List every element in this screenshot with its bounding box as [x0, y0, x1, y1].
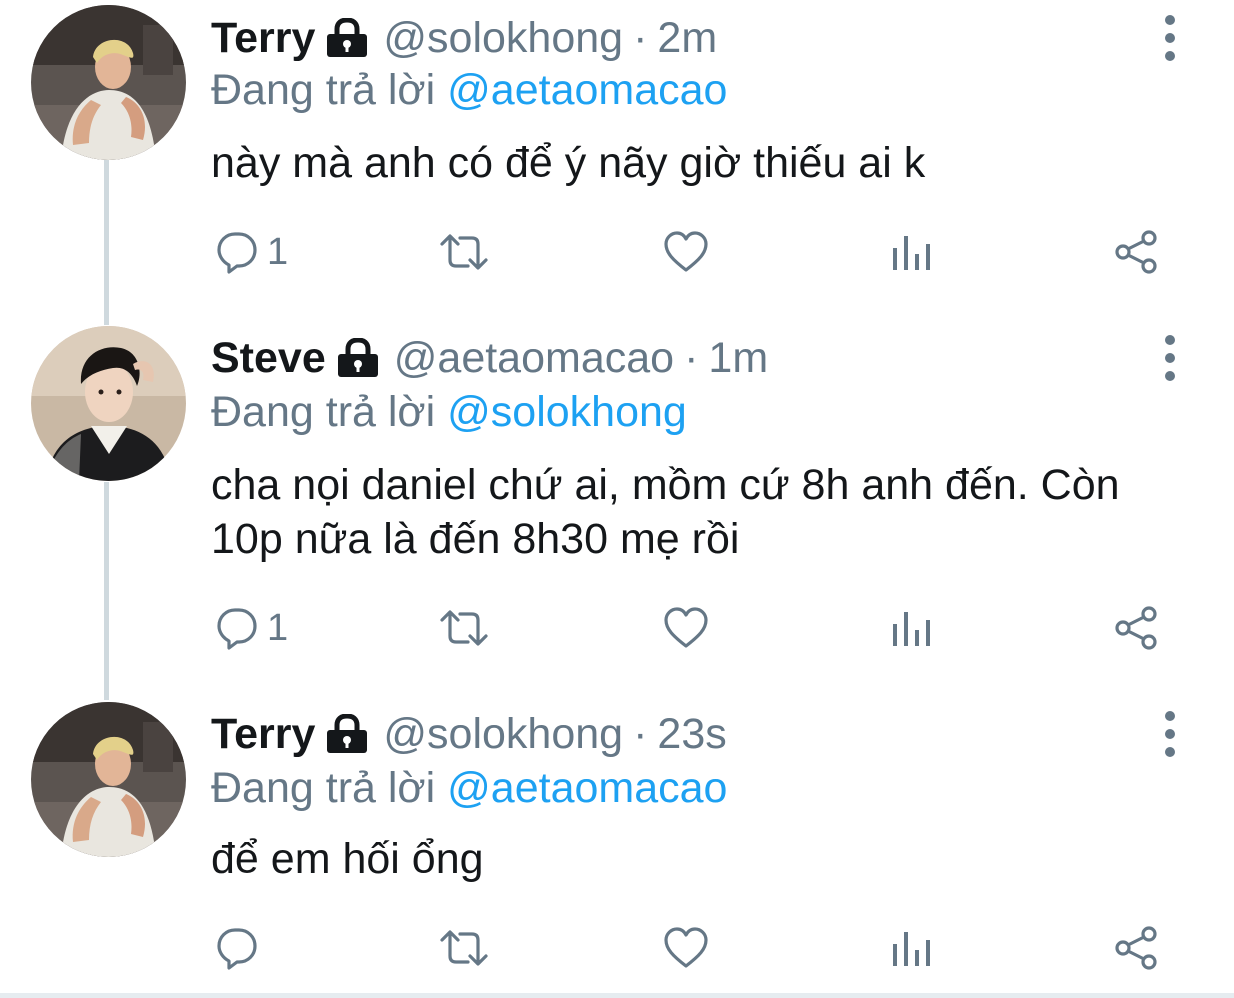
share-icon [1113, 605, 1159, 651]
tweet-3[interactable]: Terry @solokhong · 23s Đang trả lời @aet… [0, 698, 1234, 993]
heart-icon [663, 926, 709, 970]
tweet-2[interactable]: Steve @aetaomacao · 1m Đang trả lời @sol… [0, 322, 1234, 698]
action-bar [211, 922, 1171, 974]
analytics-icon [891, 606, 931, 650]
analytics-icon [891, 926, 931, 970]
tweet-header: Terry @solokhong · 23s [211, 706, 727, 762]
reply-count: 1 [267, 230, 289, 273]
tweet-header: Steve @aetaomacao · 1m [211, 330, 768, 386]
timestamp[interactable]: 2m [657, 14, 717, 63]
reply-prefix: Đang trả lời [211, 66, 436, 114]
avatar-terry[interactable] [31, 5, 186, 160]
replying-to: Đang trả lời @aetaomacao [211, 66, 727, 115]
lock-icon [325, 714, 369, 754]
replying-to: Đang trả lời @aetaomacao [211, 764, 727, 813]
avatar-terry[interactable] [31, 702, 186, 857]
replying-to: Đang trả lời @solokhong [211, 388, 687, 437]
analytics-button[interactable] [891, 922, 931, 974]
more-vertical-icon[interactable] [1156, 10, 1184, 66]
retweet-button[interactable] [438, 922, 490, 974]
like-button[interactable] [663, 602, 709, 654]
tweet-text: để em hối ổng [211, 835, 484, 883]
handle[interactable]: @solokhong [383, 710, 623, 759]
tweet-text: cha nọi daniel chứ ai, mồm cứ 8h anh đến… [211, 461, 1120, 563]
analytics-button[interactable] [891, 602, 931, 654]
share-button[interactable] [1113, 602, 1159, 654]
reply-bubble-icon [215, 230, 259, 274]
reply-mention-link[interactable]: @aetaomacao [447, 66, 727, 114]
reply-mention-link[interactable]: @aetaomacao [447, 764, 727, 812]
action-bar: 1 [211, 226, 1171, 278]
retweet-button[interactable] [438, 602, 490, 654]
like-button[interactable] [663, 226, 709, 278]
handle[interactable]: @aetaomacao [394, 334, 674, 383]
display-name[interactable]: Steve [211, 334, 326, 383]
reply-mention-link[interactable]: @solokhong [447, 388, 687, 436]
separator-dot: · [633, 13, 648, 62]
display-name[interactable]: Terry [211, 710, 315, 759]
heart-icon [663, 230, 709, 274]
retweet-icon [438, 606, 490, 650]
display-name[interactable]: Terry [211, 14, 315, 63]
reply-button[interactable]: 1 [215, 602, 288, 654]
lock-icon [336, 338, 380, 378]
analytics-button[interactable] [891, 226, 931, 278]
bottom-divider [0, 993, 1234, 998]
lock-icon [325, 18, 369, 58]
retweet-icon [438, 230, 490, 274]
heart-icon [663, 606, 709, 650]
like-button[interactable] [663, 922, 709, 974]
retweet-icon [438, 926, 490, 970]
share-icon [1113, 925, 1159, 971]
analytics-icon [891, 230, 931, 274]
tweet-text: này mà anh có để ý nãy giờ thiếu ai k [211, 139, 926, 187]
timestamp[interactable]: 1m [708, 334, 768, 383]
more-vertical-icon[interactable] [1156, 330, 1184, 386]
share-icon [1113, 229, 1159, 275]
share-button[interactable] [1113, 922, 1159, 974]
share-button[interactable] [1113, 226, 1159, 278]
handle[interactable]: @solokhong [383, 14, 623, 63]
reply-button[interactable]: 1 [215, 226, 288, 278]
retweet-button[interactable] [438, 226, 490, 278]
reply-count: 1 [267, 606, 289, 649]
separator-dot: · [684, 333, 699, 382]
tweet-1[interactable]: Terry @solokhong · 2m Đang trả lời @aeta… [0, 0, 1234, 320]
reply-prefix: Đang trả lời [211, 764, 436, 812]
reply-button[interactable] [215, 922, 267, 974]
reply-bubble-icon [215, 606, 259, 650]
separator-dot: · [633, 709, 648, 758]
tweet-header: Terry @solokhong · 2m [211, 10, 717, 66]
reply-prefix: Đang trả lời [211, 388, 436, 436]
reply-bubble-icon [215, 926, 259, 970]
timestamp[interactable]: 23s [657, 710, 726, 759]
avatar-steve[interactable] [31, 326, 186, 481]
more-vertical-icon[interactable] [1156, 706, 1184, 762]
action-bar: 1 [211, 602, 1171, 654]
